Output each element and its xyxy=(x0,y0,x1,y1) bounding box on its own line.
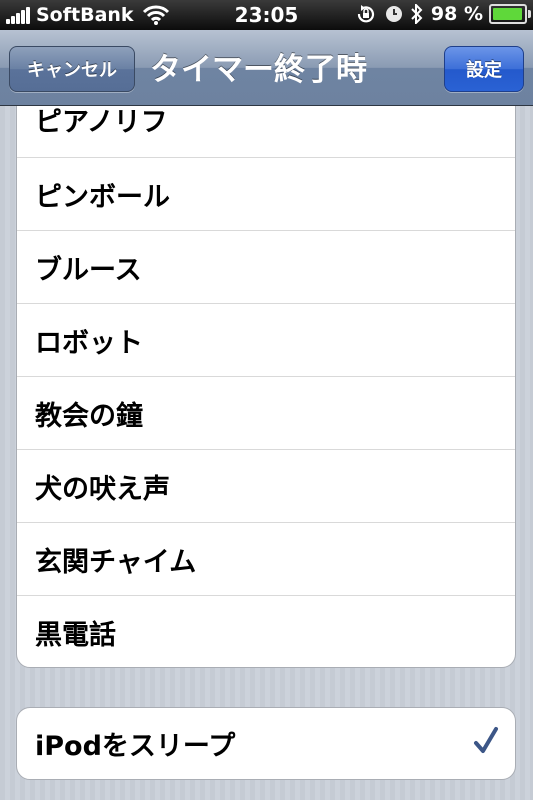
battery-icon xyxy=(489,4,531,24)
sleep-ipod-option[interactable]: iPodをスリープ xyxy=(16,707,516,780)
list-item[interactable]: ブルース xyxy=(17,231,515,304)
settings-content[interactable]: ピアノリフ ピンボール ブルース ロボット 教会の鐘 犬の吠え声 玄関チャイム … xyxy=(0,106,533,800)
list-item-label: ロボット xyxy=(35,327,143,359)
list-item-label: ブルース xyxy=(35,254,142,286)
cancel-button[interactable]: キャンセル xyxy=(9,46,135,92)
battery-fill xyxy=(493,8,523,20)
list-item-label: 犬の吠え声 xyxy=(35,473,170,505)
list-item[interactable]: ロボット xyxy=(17,304,515,377)
list-item[interactable]: 黒電話 xyxy=(17,596,515,667)
battery-percent: 98 % xyxy=(430,3,483,25)
checkmark-icon xyxy=(474,727,498,753)
status-bar: SoftBank 23:05 98 % xyxy=(0,0,533,30)
list-item-label: 教会の鐘 xyxy=(35,400,143,432)
list-item[interactable]: 犬の吠え声 xyxy=(17,450,515,523)
list-item-label: ピンボール xyxy=(35,181,170,213)
bluetooth-icon xyxy=(411,4,423,24)
alarm-clock-icon xyxy=(385,5,403,23)
list-item-label: 玄関チャイム xyxy=(35,546,197,578)
set-button[interactable]: 設定 xyxy=(444,46,524,92)
navigation-bar: キャンセル タイマー終了時 設定 xyxy=(0,30,533,106)
sound-list: ピアノリフ ピンボール ブルース ロボット 教会の鐘 犬の吠え声 玄関チャイム … xyxy=(16,106,516,668)
list-item-label: 黒電話 xyxy=(35,620,116,651)
page-title: タイマー終了時 xyxy=(150,52,367,88)
status-right: 98 % xyxy=(355,3,531,25)
rotation-lock-icon xyxy=(355,4,377,24)
sleep-ipod-label: iPodをスリープ xyxy=(35,731,236,762)
list-item[interactable]: ピンボール xyxy=(17,158,515,231)
list-item[interactable]: ピアノリフ xyxy=(17,106,515,158)
list-item[interactable]: 教会の鐘 xyxy=(17,377,515,450)
list-item-label: ピアノリフ xyxy=(35,107,168,138)
list-item[interactable]: 玄関チャイム xyxy=(17,523,515,596)
